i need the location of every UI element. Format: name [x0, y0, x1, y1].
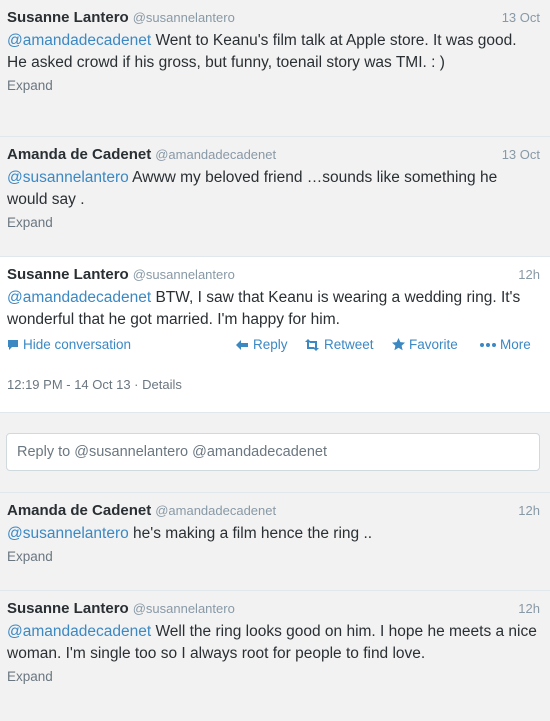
tweet-expanded[interactable]: Susanne Lantero @susannelantero 12h @aman…	[0, 257, 550, 413]
reply-arrow-icon	[236, 339, 248, 350]
expand-link[interactable]: Expand	[7, 669, 540, 684]
tweet-header: Susanne Lantero @susannelantero 12h	[7, 600, 540, 620]
tweet-mention[interactable]: @susannelantero	[7, 525, 129, 542]
tweet-timestamp[interactable]: 13 Oct	[502, 10, 540, 25]
tweet-timestamp[interactable]: 12h	[518, 601, 540, 616]
tweet-mention[interactable]: @susannelantero	[7, 169, 129, 186]
retweet-icon	[305, 338, 319, 351]
tweet-username[interactable]: @susannelantero	[133, 601, 235, 616]
tweet-header: Susanne Lantero @susannelantero 12h	[7, 266, 540, 286]
favorite-button[interactable]: Favorite	[392, 337, 458, 352]
hide-conversation-label: Hide conversation	[23, 337, 132, 352]
tweet-header: Amanda de Cadenet @amandadecadenet 13 Oct	[7, 146, 540, 166]
tweet-timestamp[interactable]: 13 Oct	[502, 147, 540, 162]
expand-link[interactable]: Expand	[7, 549, 540, 564]
tweet-text: @amandadecadenet BTW, I saw that Keanu i…	[7, 287, 540, 331]
more-button[interactable]: More	[480, 337, 531, 352]
tweet-fullname[interactable]: Amanda de Cadenet	[7, 146, 151, 163]
tweet-timestamp[interactable]: 12h	[518, 503, 540, 518]
tweet-username[interactable]: @amandadecadenet	[155, 147, 276, 162]
reply-button[interactable]: Reply	[235, 337, 288, 352]
tweet-text: @amandadecadenet Went to Keanu's film ta…	[7, 30, 540, 74]
tweet-header: Amanda de Cadenet @amandadecadenet 12h	[7, 502, 540, 522]
tweet-timestamp[interactable]: 12h	[518, 267, 540, 282]
tweet-header: Susanne Lantero @susannelantero 13 Oct	[7, 9, 540, 29]
tweet-body: he's making a film hence the ring ..	[128, 525, 373, 542]
expand-link[interactable]: Expand	[7, 215, 540, 230]
reply-label: Reply	[253, 337, 288, 352]
tweet-username[interactable]: @susannelantero	[133, 10, 235, 25]
more-label: More	[500, 337, 531, 352]
tweet-text: @amandadecadenet Well the ring looks goo…	[7, 621, 540, 665]
tweet-actions: Hide conversation Reply Retweet Favorite…	[7, 337, 540, 359]
retweet-label: Retweet	[324, 337, 374, 352]
conversation-stream: Susanne Lantero @susannelantero 13 Oct @a…	[0, 0, 550, 721]
tweet-fullname[interactable]: Susanne Lantero	[7, 9, 129, 26]
tweet-username[interactable]: @susannelantero	[133, 267, 235, 282]
expand-link[interactable]: Expand	[7, 78, 540, 93]
tweet[interactable]: Amanda de Cadenet @amandadecadenet 13 Oct…	[0, 137, 550, 257]
tweet-mention[interactable]: @amandadecadenet	[7, 32, 151, 49]
tweet-permalink-meta[interactable]: 12:19 PM - 14 Oct 13 · Details	[7, 377, 540, 392]
tweet[interactable]: Susanne Lantero @susannelantero 13 Oct @a…	[0, 0, 550, 137]
speech-bubble-icon	[8, 339, 18, 350]
tweet-username[interactable]: @amandadecadenet	[155, 503, 276, 518]
tweet-mention[interactable]: @amandadecadenet	[7, 623, 151, 640]
star-icon	[392, 338, 405, 351]
tweet-fullname[interactable]: Amanda de Cadenet	[7, 502, 151, 519]
tweet-mention[interactable]: @amandadecadenet	[7, 289, 151, 306]
tweet-fullname[interactable]: Susanne Lantero	[7, 600, 129, 617]
tweet[interactable]: Amanda de Cadenet @amandadecadenet 12h @s…	[0, 493, 550, 591]
more-dots-icon	[480, 342, 496, 347]
reply-input[interactable]: Reply to @susannelantero @amandadecadene…	[6, 433, 540, 471]
tweet-text: @susannelantero Awww my beloved friend ……	[7, 167, 540, 211]
tweet[interactable]: Susanne Lantero @susannelantero 12h @aman…	[0, 591, 550, 721]
tweet-text: @susannelantero he's making a film hence…	[7, 523, 540, 545]
tweet-fullname[interactable]: Susanne Lantero	[7, 266, 129, 283]
favorite-label: Favorite	[409, 337, 458, 352]
retweet-button[interactable]: Retweet	[304, 337, 374, 352]
hide-conversation-link[interactable]: Hide conversation	[7, 337, 131, 352]
reply-area: Reply to @susannelantero @amandadecadene…	[0, 413, 550, 493]
